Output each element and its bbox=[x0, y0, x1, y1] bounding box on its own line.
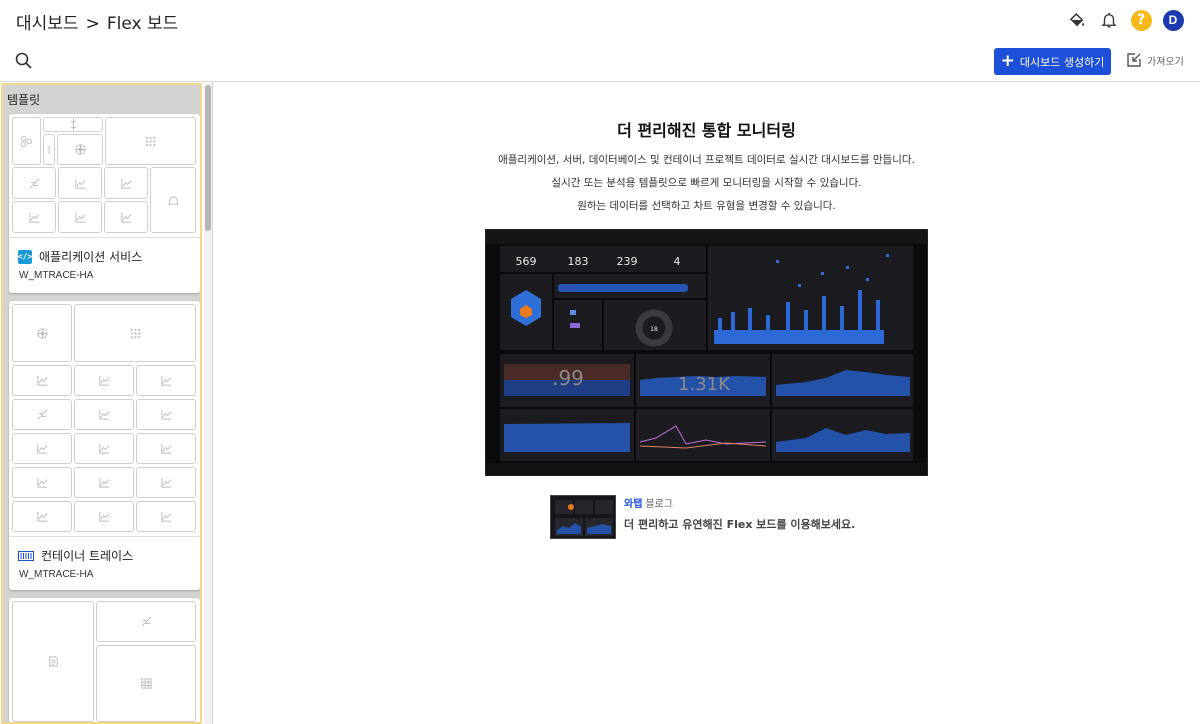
hexagon-map-icon bbox=[12, 304, 72, 362]
main-content: 더 편리해진 통합 모니터링 애플리케이션, 서버, 데이터베이스 및 컨테이너… bbox=[213, 82, 1200, 724]
template-card[interactable] bbox=[9, 598, 200, 722]
blog-thumbnail bbox=[550, 495, 616, 539]
line-chart-icon bbox=[74, 365, 134, 396]
blog-link[interactable]: 와탭 블로그 더 편리하고 유연해진 Flex 보드를 이용해보세요. bbox=[550, 495, 890, 539]
template-card-application-service[interactable]: </> 애플리케이션 서비스 W_MTRACE-HA bbox=[9, 114, 200, 293]
stat-value: 569 bbox=[516, 255, 537, 268]
line-chart-icon bbox=[12, 365, 72, 396]
line-chart-icon bbox=[12, 433, 72, 464]
alert-bell-icon bbox=[150, 167, 196, 233]
avatar[interactable]: D bbox=[1162, 9, 1184, 31]
create-dashboard-button[interactable]: + 대시보드 생성하기 bbox=[994, 48, 1111, 75]
document-icon bbox=[12, 601, 94, 722]
search-icon[interactable] bbox=[14, 51, 34, 71]
bar-icon bbox=[43, 134, 55, 165]
line-chart-icon bbox=[136, 433, 196, 464]
blog-category: 블로그 bbox=[645, 499, 674, 510]
line-chart-icon bbox=[136, 365, 196, 396]
scatter-icon bbox=[12, 167, 56, 199]
line-chart-icon bbox=[136, 467, 196, 498]
paint-bucket-icon[interactable] bbox=[1066, 9, 1088, 31]
breadcrumb: 대시보드 > Flex 보드 bbox=[16, 9, 178, 34]
scatter-icon bbox=[96, 601, 196, 642]
line-chart-icon bbox=[58, 167, 102, 199]
line-chart-icon bbox=[74, 433, 134, 464]
blog-title[interactable]: 더 편리하고 유연해진 Flex 보드를 이용해보세요. bbox=[624, 516, 855, 532]
breadcrumb-flex-board: Flex 보드 bbox=[106, 14, 179, 34]
grid-icon bbox=[105, 117, 196, 165]
bell-icon[interactable] bbox=[1098, 9, 1120, 31]
line-chart-icon bbox=[12, 501, 72, 532]
template-card-container-trace[interactable]: 컨테이너 트레이스 W_MTRACE-HA bbox=[9, 301, 200, 590]
stat-value: 183 bbox=[568, 255, 589, 268]
description-line: 애플리케이션, 서버, 데이터베이스 및 컨테이너 프로젝트 데이터로 실시간 … bbox=[498, 154, 915, 166]
code-icon: </> bbox=[18, 249, 32, 264]
import-icon bbox=[1127, 53, 1141, 67]
template-name: 컨테이너 트레이스 bbox=[18, 547, 133, 564]
line-chart-icon bbox=[136, 399, 196, 430]
line-chart-icon bbox=[104, 167, 148, 199]
breadcrumb-separator: > bbox=[85, 14, 100, 34]
page-title: 더 편리해진 통합 모니터링 bbox=[617, 121, 796, 140]
template-list[interactable]: 템플릿 </> 애플리케이션 서비스 W_MTRACE-HA 컨테이너 트레이스… bbox=[1, 83, 202, 724]
template-name: </> 애플리케이션 서비스 bbox=[18, 248, 142, 265]
stat-value: 239 bbox=[617, 255, 638, 268]
plus-icon: + bbox=[1000, 51, 1015, 71]
avatar-initial: D bbox=[1162, 9, 1184, 31]
scrollbar-thumb[interactable] bbox=[205, 85, 211, 231]
big-number: 1.31K bbox=[678, 374, 731, 395]
template-card-footer: 컨테이너 트레이스 W_MTRACE-HA bbox=[9, 536, 200, 590]
grid-icon bbox=[74, 304, 196, 362]
scatter-icon bbox=[12, 399, 72, 430]
dashboard-preview-image: 569 183 239 4 18 .99 1.31K bbox=[485, 229, 928, 476]
line-chart-icon bbox=[58, 201, 102, 233]
blog-brand: 와탭 블로그 bbox=[624, 495, 673, 510]
header-actions: ? D bbox=[1066, 9, 1184, 31]
line-chart-icon bbox=[136, 501, 196, 532]
line-chart-icon bbox=[104, 201, 148, 233]
big-number: .99 bbox=[552, 366, 584, 390]
cluster-icon bbox=[12, 117, 41, 165]
toolbar: + 대시보드 생성하기 가져오기 bbox=[0, 40, 1200, 82]
description-line: 원하는 데이터를 선택하고 차트 유형을 변경할 수 있습니다. bbox=[577, 200, 836, 212]
top-header: 대시보드 > Flex 보드 ? D bbox=[0, 0, 1200, 40]
import-label: 가져오기 bbox=[1147, 56, 1184, 68]
template-project: W_MTRACE-HA bbox=[19, 270, 94, 281]
flow-icon bbox=[43, 117, 103, 132]
line-chart-icon bbox=[74, 501, 134, 532]
sidebar-title: 템플릿 bbox=[7, 93, 41, 107]
hexagon-map-icon bbox=[57, 134, 103, 165]
line-chart-icon bbox=[74, 467, 134, 498]
template-card-footer: </> 애플리케이션 서비스 W_MTRACE-HA bbox=[9, 237, 200, 293]
line-chart-icon bbox=[12, 201, 56, 233]
breadcrumb-dashboard[interactable]: 대시보드 bbox=[16, 9, 79, 34]
template-title: 컨테이너 트레이스 bbox=[41, 549, 134, 563]
template-project: W_MTRACE-HA bbox=[19, 569, 94, 580]
stat-value: 4 bbox=[674, 255, 681, 268]
table-icon bbox=[96, 645, 196, 722]
import-button[interactable]: 가져오기 bbox=[1126, 52, 1184, 68]
line-chart-icon bbox=[74, 399, 134, 430]
template-title: 애플리케이션 서비스 bbox=[39, 250, 143, 264]
create-dashboard-label: 대시보드 생성하기 bbox=[1019, 55, 1105, 69]
donut-value: 18 bbox=[650, 326, 658, 333]
container-icon bbox=[18, 550, 34, 561]
line-chart-icon bbox=[12, 467, 72, 498]
blog-brand-name: 와탭 bbox=[624, 499, 643, 510]
template-sidebar: 템플릿 </> 애플리케이션 서비스 W_MTRACE-HA 컨테이너 트레이스… bbox=[0, 82, 213, 724]
help-icon[interactable]: ? bbox=[1130, 9, 1152, 31]
sidebar-scrollbar[interactable] bbox=[204, 83, 212, 724]
description-line: 실시간 또는 분석용 템플릿으로 빠르게 모니터링을 시작할 수 있습니다. bbox=[551, 177, 862, 189]
